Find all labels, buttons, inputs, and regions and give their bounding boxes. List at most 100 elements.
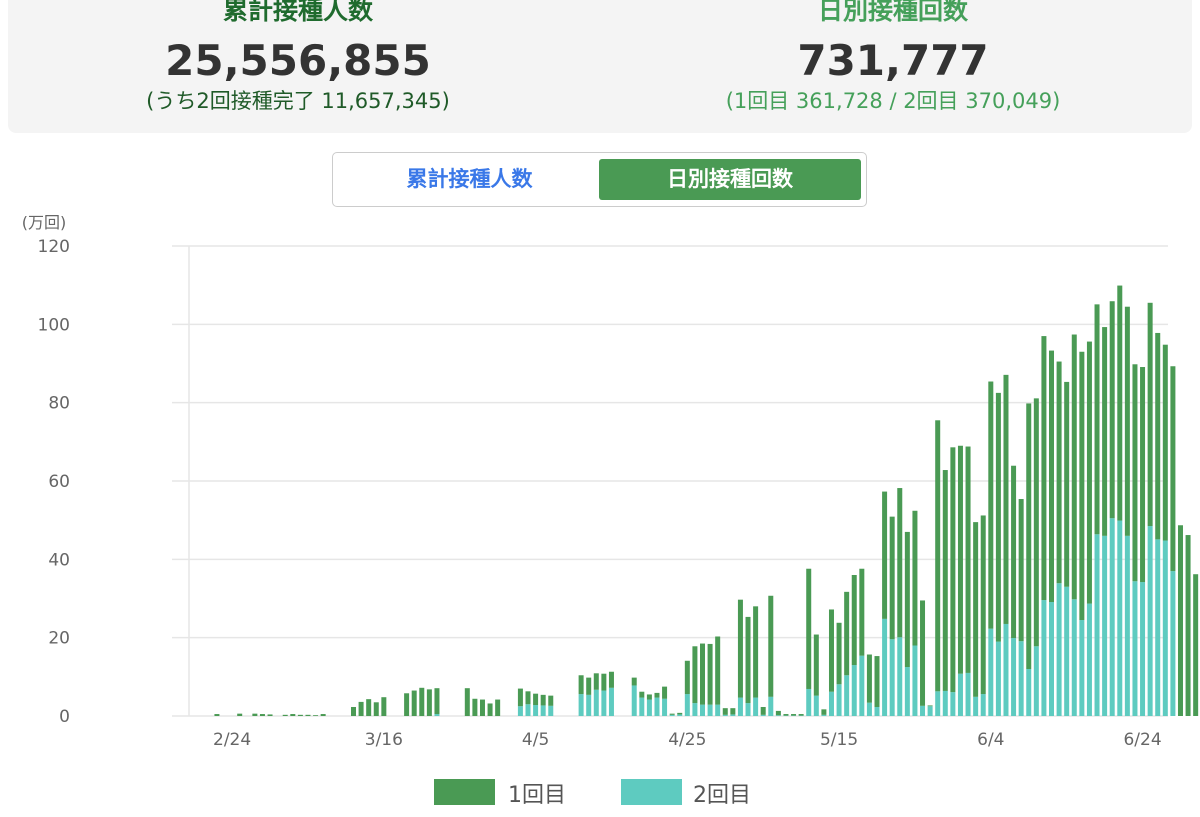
- bar-dose1: [995, 392, 1001, 642]
- bar-dose2: [957, 673, 963, 716]
- bar-dose1: [1185, 535, 1191, 716]
- bar-dose1: [646, 694, 652, 700]
- bar-dose1: [404, 693, 410, 716]
- bar-dose2: [677, 714, 683, 716]
- daily-stat-value: 731,777: [797, 36, 989, 85]
- bar-dose2: [586, 694, 592, 716]
- bar-dose1: [305, 714, 311, 716]
- y-unit-label: (万回): [22, 213, 67, 232]
- bar-dose2: [1102, 535, 1108, 716]
- bar-dose2: [768, 696, 774, 716]
- bar-dose1: [601, 673, 607, 691]
- bar-dose1: [267, 714, 273, 716]
- bar-dose1: [381, 697, 387, 716]
- bar-dose2: [1117, 520, 1123, 716]
- x-tick-label: 6/4: [977, 730, 1004, 750]
- y-tick-label: 60: [48, 472, 70, 492]
- bar-dose1: [828, 609, 834, 692]
- bar-dose2: [1064, 586, 1070, 716]
- bar-dose2: [965, 672, 971, 716]
- tab-daily[interactable]: 日別接種回数: [599, 159, 861, 200]
- bar-dose2: [995, 641, 1001, 716]
- bar-dose2: [646, 699, 652, 716]
- bar-dose2: [578, 694, 584, 716]
- bar-dose2: [1094, 534, 1100, 716]
- bar-dose2: [866, 702, 872, 716]
- bar-dose1: [1155, 332, 1161, 540]
- bar-dose2: [1003, 623, 1009, 716]
- bar-dose1: [1140, 367, 1146, 583]
- bar-dose2: [935, 691, 941, 716]
- bar-dose1: [320, 714, 326, 716]
- bar-dose2: [897, 637, 903, 716]
- bar-dose2: [760, 714, 766, 716]
- bar-dose2: [980, 694, 986, 716]
- bar-dose1: [1064, 381, 1070, 587]
- bar-dose1: [988, 381, 994, 629]
- bar-dose2: [927, 706, 933, 716]
- bar-dose1: [806, 568, 812, 689]
- bar-dose2: [836, 684, 842, 716]
- bar-dose1: [920, 600, 926, 706]
- bar-dose1: [859, 568, 865, 656]
- bar-dose1: [631, 677, 637, 686]
- bar-dose1: [730, 708, 736, 715]
- bar-dose2: [920, 705, 926, 716]
- bar-dose2: [904, 667, 910, 716]
- bar-dose1: [874, 656, 880, 707]
- bar-dose1: [791, 714, 797, 716]
- bar-dose2: [540, 705, 546, 716]
- bar-dose1: [366, 699, 372, 716]
- bar-dose1: [533, 693, 539, 706]
- bar-dose1: [662, 686, 668, 699]
- bar-dose1: [783, 714, 789, 716]
- bar-dose2: [517, 706, 523, 716]
- bar-dose2: [859, 655, 865, 716]
- bar-dose2: [1170, 571, 1176, 716]
- bar-dose2: [1079, 620, 1085, 716]
- bar-dose1: [1049, 350, 1055, 603]
- bar-dose1: [927, 705, 933, 707]
- x-tick-label: 3/16: [365, 730, 403, 750]
- x-tick-label: 4/5: [522, 730, 549, 750]
- bar-dose2: [730, 714, 736, 716]
- bar-dose2: [844, 675, 850, 716]
- y-tick-label: 80: [48, 394, 70, 414]
- bar-dose1: [1018, 499, 1024, 642]
- bar-dose2: [1071, 599, 1077, 716]
- bar-dose1: [775, 710, 781, 716]
- bar-dose1: [297, 714, 303, 716]
- bar-dose1: [517, 688, 523, 707]
- bar-dose1: [290, 714, 296, 716]
- daily-stat-sub: (1回目 361,728 / 2回目 370,049): [725, 89, 1061, 113]
- bar-dose2: [662, 698, 668, 716]
- bar-dose2: [1162, 540, 1168, 716]
- bar-dose2: [1049, 602, 1055, 716]
- bar-dose1: [897, 488, 903, 638]
- tab-cumulative[interactable]: 累計接種人数: [339, 159, 600, 200]
- bar-dose2: [533, 705, 539, 716]
- bar-dose2: [525, 704, 531, 716]
- bar-dose2: [851, 665, 857, 716]
- bar-dose1: [950, 447, 956, 693]
- bar-dose2: [1033, 646, 1039, 716]
- bar-dose1: [548, 695, 554, 706]
- bar-dose1: [525, 691, 531, 705]
- stats-panel: 累計接種人数 25,556,855 (うち2回接種完了 11,657,345) …: [8, 0, 1192, 133]
- bar-dose1: [889, 516, 895, 640]
- bar-dose1: [654, 692, 660, 698]
- y-tick-label: 40: [48, 550, 70, 570]
- bar-dose1: [1094, 304, 1100, 535]
- bar-dose1: [737, 599, 743, 698]
- y-tick-label: 100: [38, 315, 70, 335]
- bar-dose2: [608, 687, 614, 716]
- bar-dose2: [548, 705, 554, 716]
- chart-mode-toggle: 累計接種人数 日別接種回数: [332, 152, 867, 207]
- bar-dose1: [313, 715, 319, 716]
- bar-dose2: [806, 688, 812, 716]
- bar-dose2: [1086, 603, 1092, 716]
- bar-dose2: [1155, 539, 1161, 716]
- bar-dose1: [851, 575, 857, 666]
- bar-dose1: [882, 491, 888, 619]
- bar-dose2: [1018, 641, 1024, 716]
